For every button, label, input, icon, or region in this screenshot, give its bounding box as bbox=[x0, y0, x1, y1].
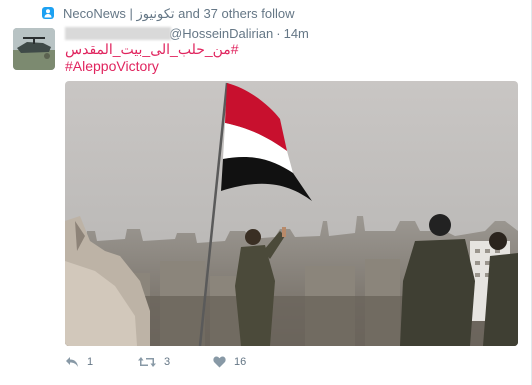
like-count: 16 bbox=[234, 356, 247, 368]
follow-icon bbox=[42, 7, 54, 19]
reply-count: 1 bbox=[87, 356, 94, 368]
hashtag-aleppo-victory[interactable]: #AleppoVictory bbox=[65, 58, 159, 74]
heart-icon bbox=[213, 356, 226, 368]
redacted-display-name[interactable] bbox=[65, 27, 171, 40]
retweet-icon bbox=[138, 357, 156, 367]
retweet-action[interactable]: 3 bbox=[138, 356, 170, 368]
avatar[interactable] bbox=[13, 28, 55, 70]
reply-action[interactable]: 1 bbox=[65, 356, 93, 368]
separator-dot: · bbox=[276, 26, 281, 41]
tweet-photo[interactable] bbox=[65, 81, 518, 346]
user-handle[interactable]: @HosseinDalirian bbox=[169, 26, 273, 41]
retweet-count: 3 bbox=[164, 356, 171, 368]
social-context-text[interactable]: NecoNews | تکونیوز and 37 others follow bbox=[63, 6, 295, 22]
like-action[interactable]: 16 bbox=[213, 356, 246, 368]
timestamp[interactable]: 14m bbox=[284, 26, 309, 41]
tweet-header: @HosseinDalirian · 14m bbox=[65, 26, 309, 41]
reply-icon bbox=[66, 357, 78, 367]
hashtag-arabic[interactable]: #من_حلب_الى_بيت_المقدس bbox=[65, 41, 239, 58]
tweet-card[interactable]: NecoNews | تکونیوز and 37 others follow … bbox=[0, 0, 532, 385]
